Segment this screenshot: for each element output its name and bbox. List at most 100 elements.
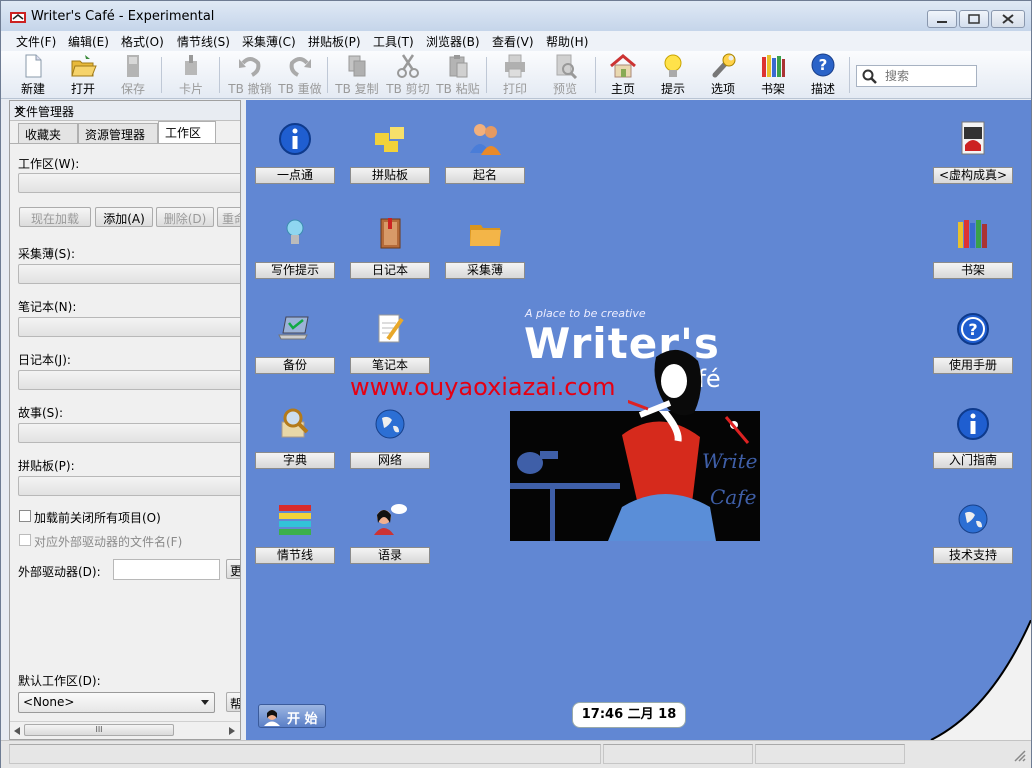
pinboards-field[interactable] — [18, 476, 240, 496]
menu-file[interactable]: 文件(F) — [16, 33, 56, 50]
rename-button[interactable]: 重命 — [217, 207, 240, 227]
sticky-notes-icon — [375, 127, 404, 152]
desktop-icon-user-manual[interactable]: ? 使用手册 — [933, 311, 1013, 395]
menu-help[interactable]: 帮助(H) — [546, 33, 588, 50]
home-button[interactable]: 主页 — [605, 53, 641, 97]
desktop-icon-backup[interactable]: 备份 — [255, 311, 335, 395]
add-button[interactable]: 添加(A) — [95, 207, 153, 227]
folder-icon — [470, 225, 501, 246]
workspace-field[interactable] — [18, 173, 240, 193]
desktop-icon-storylines[interactable]: 情节线 — [255, 501, 335, 585]
desktop-icon-network[interactable]: 网络 — [350, 406, 430, 490]
toolbar-separator — [486, 57, 487, 93]
notebooks-field[interactable] — [18, 317, 240, 337]
delete-button[interactable]: 删除(D) — [156, 207, 214, 227]
tab-explorer[interactable]: 资源管理器 — [78, 123, 158, 143]
journal-book-icon — [380, 218, 401, 249]
desktop-icon-writing-tips[interactable]: 写作提示 — [255, 216, 335, 300]
journals-field[interactable] — [18, 370, 240, 390]
tips-button[interactable]: 提示 — [655, 53, 691, 97]
woman-head-illustration — [628, 349, 702, 418]
default-workspace-label: 默认工作区(D): — [18, 674, 101, 688]
watermark-text: www.ouyaoxiazai.com — [350, 373, 616, 401]
preview-button[interactable]: 预览 — [547, 53, 583, 97]
describe-button[interactable]: ? 描述 — [805, 53, 841, 97]
desktop-icon-dictionary[interactable]: 字典 — [255, 406, 335, 490]
desktop-icon-getting-started[interactable]: 入门指南 — [933, 406, 1013, 490]
panel-header: 文件管理器 × — [10, 101, 240, 121]
desktop-icon-collections[interactable]: 采集薄 — [445, 216, 525, 300]
menu-tools[interactable]: 工具(T) — [373, 33, 414, 50]
panel-close-button[interactable]: × — [14, 103, 236, 118]
close-all-checkbox[interactable] — [19, 510, 31, 522]
open-button[interactable]: 打开 — [65, 53, 101, 97]
default-workspace-button[interactable]: 帮 — [226, 692, 240, 712]
external-drive-input[interactable] — [113, 559, 220, 580]
scroll-left-icon[interactable] — [14, 727, 20, 735]
status-cell-3 — [755, 744, 905, 764]
home-icon — [610, 54, 636, 78]
menu-format[interactable]: 格式(O) — [121, 33, 164, 50]
storylines-icon — [279, 505, 311, 535]
redo-button[interactable]: TB 重做 — [277, 53, 323, 97]
new-button[interactable]: 新建 — [15, 53, 51, 97]
desktop-icon-quotes[interactable]: 语录 — [350, 501, 430, 585]
menu-collections[interactable]: 采集薄(C) — [242, 33, 296, 50]
title-bar[interactable]: Writer's Café - Experimental — [1, 1, 1031, 31]
status-cell-main — [9, 744, 601, 764]
search-icon — [862, 69, 877, 84]
user-avatar-icon — [264, 710, 280, 726]
scene-text-cafe: Cafe — [710, 485, 757, 509]
desktop-icon-quick-tour[interactable]: 一点通 — [255, 121, 335, 205]
stories-label: 故事(S): — [18, 406, 64, 420]
books-icon — [762, 55, 785, 77]
start-button[interactable]: 开 始 — [258, 704, 326, 728]
menu-browser[interactable]: 浏览器(B) — [426, 33, 480, 50]
toolbar-separator — [595, 57, 596, 93]
desktop-icon-names[interactable]: 起名 — [445, 121, 525, 205]
scroll-thumb[interactable]: III — [24, 724, 174, 736]
menu-pinboard[interactable]: 拼贴板(P) — [308, 33, 361, 50]
undo-button[interactable]: TB 撤销 — [227, 53, 273, 97]
page-curl-corner — [930, 620, 1031, 740]
stories-field[interactable] — [18, 423, 240, 443]
printer-icon — [505, 54, 525, 78]
info-icon — [279, 123, 311, 155]
save-icon — [127, 55, 139, 77]
resize-grip-icon[interactable] — [1013, 749, 1027, 763]
copy-button[interactable]: TB 复制 — [333, 53, 381, 97]
desktop-icon-pinboard[interactable]: 拼贴板 — [350, 121, 430, 205]
external-map-checkbox[interactable] — [19, 534, 31, 546]
desktop-icon-bookshelf[interactable]: 书架 — [933, 216, 1013, 300]
fiction-book-icon — [961, 121, 985, 155]
close-icon — [1002, 14, 1014, 24]
maximize-button[interactable] — [959, 10, 989, 28]
paste-button[interactable]: TB 粘贴 — [434, 53, 482, 97]
card-button[interactable]: 卡片 — [173, 53, 209, 97]
search-input[interactable] — [885, 69, 973, 83]
tab-workspace[interactable]: 工作区 — [158, 121, 216, 143]
desktop-icon-journal[interactable]: 日记本 — [350, 216, 430, 300]
desktop-icon-fiction[interactable]: <虚构成真> — [933, 121, 1013, 205]
menu-edit[interactable]: 编辑(E) — [68, 33, 109, 50]
close-window-button[interactable] — [991, 10, 1025, 28]
load-now-button[interactable]: 现在加载 — [19, 207, 91, 227]
minimize-button[interactable] — [927, 10, 957, 28]
tab-favorites[interactable]: 收藏夹 — [18, 123, 78, 143]
default-workspace-select[interactable]: <None> — [18, 692, 215, 713]
options-button[interactable]: 选项 — [705, 53, 741, 97]
menu-view[interactable]: 查看(V) — [492, 33, 534, 50]
desktop-icon-tech-support[interactable]: 技术支持 — [933, 501, 1013, 585]
bookshelf-button[interactable]: 书架 — [755, 53, 791, 97]
print-button[interactable]: 打印 — [497, 53, 533, 97]
menu-storylines[interactable]: 情节线(S) — [177, 33, 230, 50]
save-button[interactable]: 保存 — [115, 53, 151, 97]
search-box[interactable] — [856, 65, 977, 87]
paste-icon — [449, 55, 468, 78]
cut-button[interactable]: TB 剪切 — [384, 53, 432, 97]
external-drive-button[interactable]: 更 — [226, 559, 240, 579]
clock-display: 17:46 二月 18 — [572, 702, 686, 728]
collections-field[interactable] — [18, 264, 240, 284]
horizontal-scrollbar[interactable]: III — [10, 721, 240, 738]
scroll-right-icon[interactable] — [229, 727, 235, 735]
